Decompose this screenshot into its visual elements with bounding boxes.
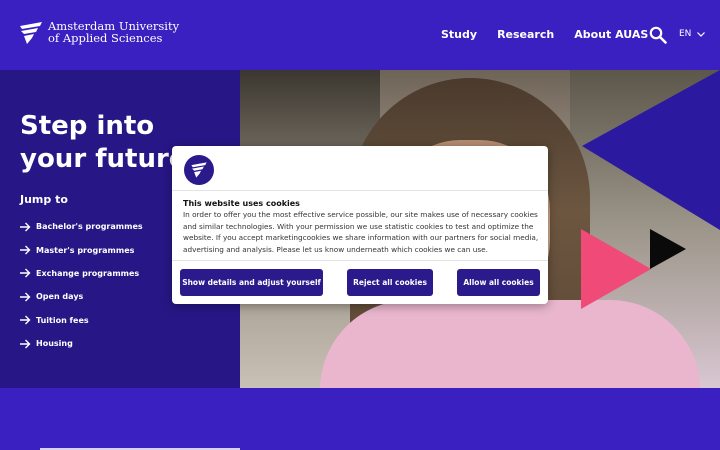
cookie-description: In order to offer you the most effective… [183,210,539,254]
jump-link-label: Housing [36,339,73,349]
jump-to-list: Bachelor's programmes Master's programme… [20,215,143,355]
logo-icon [191,162,207,178]
cookie-divider [172,260,548,261]
show-details-button[interactable]: Show details and adjust yourself [180,269,323,296]
arrow-right-icon [20,292,31,302]
jump-link-tuition-fees[interactable]: Tuition fees [20,309,143,332]
nav-research[interactable]: Research [497,28,554,41]
language-selector[interactable]: EN [679,29,706,39]
chevron-down-icon [697,31,706,37]
jump-link-exchange[interactable]: Exchange programmes [20,262,143,285]
reject-all-cookies-button[interactable]: Reject all cookies [347,269,433,296]
logo-icon [20,22,42,44]
jump-to-heading: Jump to [20,193,68,206]
cookie-title: This website uses cookies [183,199,300,208]
photo-person-sweater [320,300,700,388]
nav-about[interactable]: About AUAS [574,28,648,41]
play-triangle-pink [581,229,651,309]
jump-link-label: Exchange programmes [36,268,140,278]
allow-all-cookies-button[interactable]: Allow all cookies [457,269,540,296]
arrow-right-icon [20,245,31,255]
hero-title-line-2: your future [20,144,187,174]
hero-title-line-1: Step into [20,111,155,141]
cookie-logo [184,155,214,185]
hero-title: Step into your future [20,110,186,176]
decorative-triangle [582,70,720,230]
jump-link-bachelors[interactable]: Bachelor's programmes [20,215,143,238]
arrow-right-icon [20,339,31,349]
jump-link-label: Master's programmes [36,245,135,255]
cookie-dialog-header [172,146,548,191]
play-triangle-black [650,229,686,269]
arrow-right-icon [20,268,31,278]
cookie-dialog: This website uses cookies In order to of… [172,146,548,304]
jump-link-label: Bachelor's programmes [36,222,143,232]
arrow-right-icon [20,315,31,325]
jump-link-open-days[interactable]: Open days [20,285,143,308]
jump-link-housing[interactable]: Housing [20,332,143,355]
arrow-right-icon [20,222,31,232]
search-icon[interactable] [649,26,667,44]
language-label: EN [679,29,692,39]
site-header: Amsterdam University of Applied Sciences… [0,0,720,70]
jump-link-label: Tuition fees [36,315,89,325]
content-band [0,388,720,450]
logo-line-2: of Applied Sciences [48,31,163,45]
auas-logo[interactable]: Amsterdam University of Applied Sciences [18,20,179,46]
main-nav: Study Research About AUAS [441,28,668,41]
jump-link-label: Open days [36,292,84,302]
nav-study[interactable]: Study [441,28,477,41]
jump-link-masters[interactable]: Master's programmes [20,238,143,261]
